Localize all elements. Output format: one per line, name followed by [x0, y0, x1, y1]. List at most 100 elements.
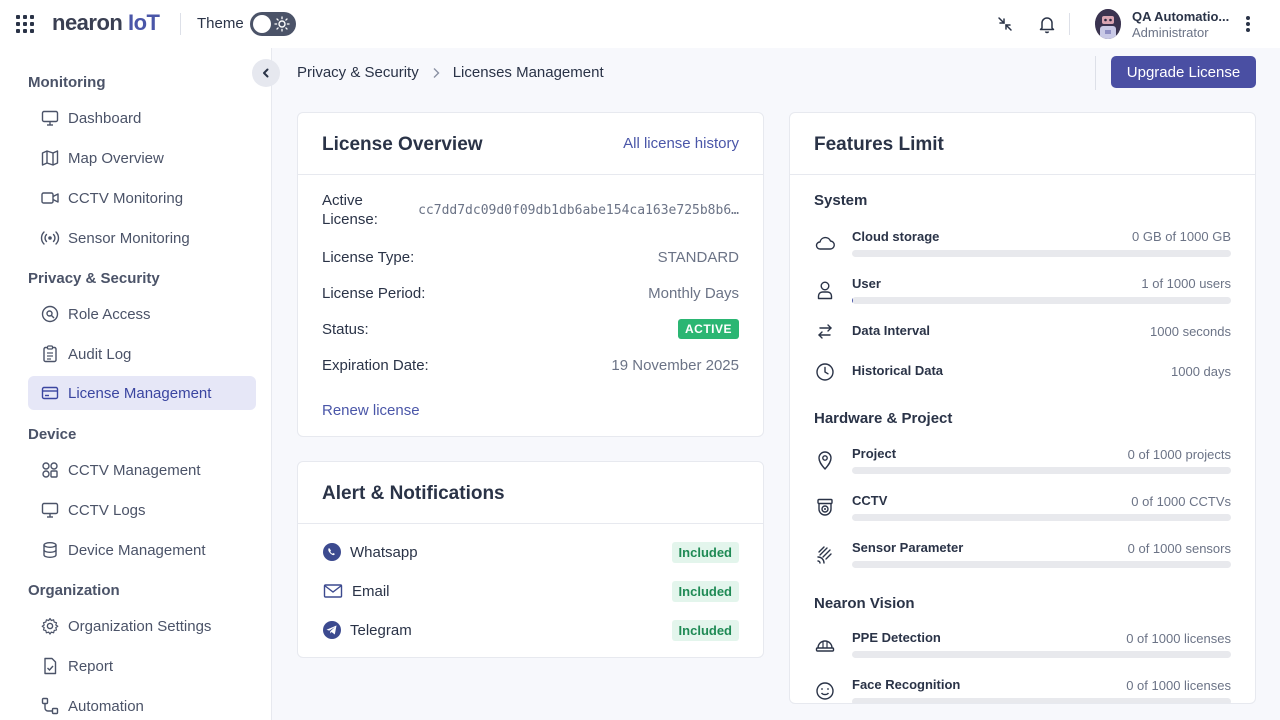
- report-icon: [44, 657, 57, 675]
- sidebar-item-license-management[interactable]: License Management: [28, 376, 256, 410]
- alert-label: Email: [352, 582, 390, 600]
- sidebar-section-monitoring: Monitoring: [28, 74, 106, 91]
- sidebar-item-label: Report: [68, 657, 114, 675]
- sun-icon: [274, 16, 290, 32]
- avatar[interactable]: [1095, 9, 1121, 39]
- sidebar-item-dashboard[interactable]: Dashboard: [28, 101, 256, 135]
- sidebar-item-label: CCTV Management: [68, 461, 201, 479]
- feature-name: Sensor Parameter: [852, 540, 964, 555]
- feature-value: 1000 days: [1171, 364, 1231, 379]
- sidebar-item-cctv-monitoring[interactable]: CCTV Monitoring: [28, 181, 256, 215]
- divider: [298, 523, 763, 524]
- feature-name: Data Interval: [852, 323, 931, 338]
- alert-label: Telegram: [350, 621, 412, 639]
- sidebar-item-label: License Management: [68, 384, 212, 402]
- divider: [180, 13, 181, 35]
- theme-toggle[interactable]: [250, 12, 296, 36]
- all-license-history-link[interactable]: All license history: [623, 135, 739, 152]
- sidebar-item-label: Audit Log: [68, 345, 132, 363]
- toggle-knob: [253, 15, 271, 33]
- sidebar-item-label: CCTV Logs: [68, 501, 146, 519]
- license-period-label: License Period:: [322, 284, 426, 302]
- feature-name: Project: [852, 446, 897, 461]
- sidebar-item-report[interactable]: Report: [28, 649, 256, 683]
- feature-progress-bar: [852, 250, 1231, 257]
- sidebar-item-cctv-management[interactable]: CCTV Management: [28, 453, 256, 487]
- feature-name: Historical Data: [852, 363, 944, 378]
- sidebar-item-label: Map Overview: [68, 149, 164, 167]
- feature-value: 0 GB of 1000 GB: [1131, 229, 1231, 244]
- expiration-label: Expiration Date:: [322, 356, 429, 374]
- breadcrumb-current: Licenses Management: [452, 64, 604, 81]
- database-icon: [43, 542, 57, 559]
- included-badge: Included: [671, 619, 739, 641]
- sidebar-item-label: Organization Settings: [68, 617, 212, 635]
- logo[interactable]: nearon IoT: [52, 10, 160, 36]
- flow-icon: [41, 697, 59, 715]
- telegram-icon: [323, 621, 341, 639]
- active-license-row: Active License: cc7dd7dc09d0f09db1db6abe…: [322, 191, 739, 229]
- included-badge: Included: [671, 541, 739, 563]
- logo-main: nearon: [52, 10, 123, 35]
- renew-license-link[interactable]: Renew license: [322, 402, 420, 419]
- feature-progress-bar: [852, 561, 1231, 568]
- included-badge: Included: [671, 580, 739, 602]
- sidebar-item-sensor-monitoring[interactable]: Sensor Monitoring: [28, 221, 256, 255]
- kebab-menu-icon[interactable]: [1241, 14, 1255, 34]
- user-role: Administrator: [1132, 25, 1209, 40]
- video-icon: [41, 192, 59, 204]
- alert-notifications-card: Alert & Notifications Whatsapp Included …: [297, 461, 764, 658]
- feature-name: User: [852, 276, 881, 291]
- license-type-label: License Type:: [322, 248, 415, 266]
- feature-progress-bar: [852, 297, 1231, 304]
- feature-progress-bar: [852, 514, 1231, 521]
- sidebar-section-privacy: Privacy & Security: [28, 270, 160, 287]
- feature-section-vision: Nearon Vision: [814, 595, 915, 612]
- sidebar-item-role-access[interactable]: Role Access: [28, 297, 256, 331]
- sidebar-item-automation[interactable]: Automation: [28, 689, 256, 720]
- feature-value: 0 of 1000 CCTVs: [1131, 494, 1231, 509]
- feature-progress-bar: [852, 467, 1231, 474]
- breadcrumb: Privacy & Security Licenses Management: [297, 64, 604, 81]
- divider: [1095, 56, 1096, 90]
- sidebar-item-map-overview[interactable]: Map Overview: [28, 141, 256, 175]
- map-icon: [41, 150, 59, 166]
- sidebar-section-device: Device: [28, 426, 77, 443]
- sidebar-item-cctv-logs[interactable]: CCTV Logs: [28, 493, 256, 527]
- active-license-label: Active License:: [322, 192, 378, 228]
- bell-icon[interactable]: [1036, 13, 1058, 35]
- user-name[interactable]: QA Automatio...: [1132, 9, 1229, 24]
- sidebar: Monitoring Dashboard Map Overview CCTV M…: [0, 48, 272, 720]
- expiration-value: 19 November 2025: [611, 356, 739, 374]
- monitor-icon: [41, 502, 59, 518]
- card-title: License Overview: [322, 134, 483, 155]
- features-limit-card: Features Limit System Cloud storage 0 GB…: [789, 112, 1256, 704]
- license-period-value: Monthly Days: [648, 284, 739, 302]
- divider: [298, 174, 763, 175]
- license-type-row: License Type: STANDARD: [322, 247, 739, 267]
- feature-value: 0 of 1000 projects: [1127, 447, 1231, 462]
- sidebar-item-device-management[interactable]: Device Management: [28, 533, 256, 567]
- upgrade-license-button[interactable]: Upgrade License: [1111, 56, 1256, 88]
- sidebar-item-organization-settings[interactable]: Organization Settings: [28, 609, 256, 643]
- fullscreen-exit-icon[interactable]: [994, 13, 1016, 35]
- theme-label: Theme: [197, 15, 244, 32]
- card-title: Features Limit: [814, 134, 944, 155]
- feature-value: 0 of 1000 licenses: [1126, 678, 1231, 693]
- monitor-icon: [41, 110, 59, 126]
- face-icon: [816, 682, 834, 700]
- feature-value: 0 of 1000 sensors: [1127, 541, 1231, 556]
- status-row: Status: ACTIVE: [322, 319, 739, 339]
- card-icon: [41, 386, 59, 400]
- sidebar-collapse-button[interactable]: [252, 59, 280, 87]
- alert-row-email: Email Included: [322, 579, 739, 603]
- apps-grid-icon[interactable]: [16, 15, 34, 33]
- breadcrumb-parent[interactable]: Privacy & Security: [297, 64, 419, 81]
- gear-icon: [41, 617, 59, 635]
- status-label: Status:: [322, 320, 369, 338]
- clock-icon: [816, 363, 834, 381]
- sidebar-item-label: Device Management: [68, 541, 206, 559]
- feature-value: 0 of 1000 licenses: [1126, 631, 1231, 646]
- sidebar-item-audit-log[interactable]: Audit Log: [28, 337, 256, 371]
- sidebar-item-label: Automation: [68, 697, 144, 715]
